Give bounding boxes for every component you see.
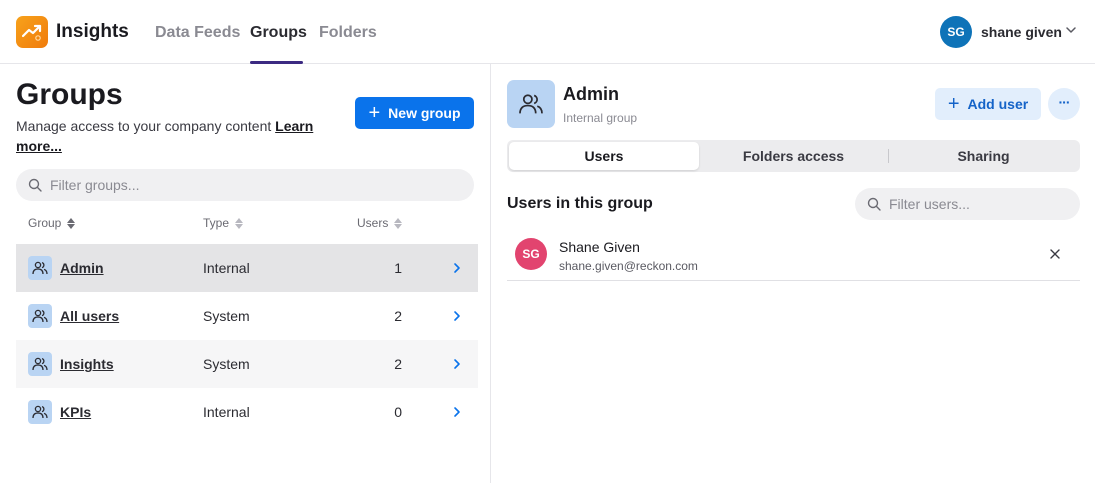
table-row[interactable]: Insights System 2	[16, 340, 478, 388]
add-user-label: Add user	[967, 96, 1029, 112]
search-icon	[28, 178, 42, 192]
tab-sharing[interactable]: Sharing	[889, 142, 1078, 170]
group-avatar-icon	[507, 80, 555, 128]
group-name-link[interactable]: Admin	[60, 260, 104, 276]
group-type: Internal	[203, 404, 250, 420]
table-row[interactable]: Admin Internal 1	[16, 244, 478, 292]
chevron-right-icon[interactable]	[452, 261, 462, 275]
nav-tab-folders[interactable]: Folders	[319, 24, 377, 42]
plus-icon: +	[368, 102, 381, 124]
group-user-count: 2	[394, 356, 402, 372]
sort-icon	[394, 217, 403, 229]
plus-icon: +	[947, 93, 960, 115]
nav-tab-groups[interactable]: Groups	[250, 24, 307, 42]
insights-logo-icon[interactable]	[16, 16, 48, 48]
group-type: System	[203, 308, 250, 324]
group-user-count: 1	[394, 260, 402, 276]
new-group-button[interactable]: + New group	[355, 97, 474, 129]
filter-groups-input[interactable]: Filter groups...	[16, 169, 474, 201]
group-user-count: 2	[394, 308, 402, 324]
sort-icon	[235, 217, 244, 229]
add-user-button[interactable]: + Add user	[935, 88, 1041, 120]
active-tab-indicator	[250, 61, 303, 64]
filter-users-input[interactable]: Filter users...	[855, 188, 1080, 220]
group-user-count: 0	[394, 404, 402, 420]
group-name-link[interactable]: All users	[60, 308, 119, 324]
chevron-down-icon[interactable]	[1065, 25, 1077, 35]
group-detail-tabs: Users Folders access Sharing	[507, 140, 1080, 172]
list-item: SG Shane Given shane.given@reckon.com	[507, 230, 1080, 281]
group-name-link[interactable]: KPIs	[60, 404, 91, 420]
user-name[interactable]: shane given	[981, 24, 1062, 40]
pane-divider	[490, 64, 491, 483]
users-group-icon	[28, 256, 52, 280]
table-row[interactable]: KPIs Internal 0	[16, 388, 478, 436]
user-avatar[interactable]: SG	[940, 16, 972, 48]
section-title: Users in this group	[507, 195, 653, 212]
subtitle-text: Manage access to your company content	[16, 118, 276, 134]
search-icon	[867, 197, 881, 211]
filter-groups-placeholder: Filter groups...	[50, 177, 140, 193]
app-title: Insights	[56, 21, 129, 42]
top-bar: Insights Data Feeds Groups Folders SG sh…	[0, 0, 1095, 64]
column-header-label: Group	[28, 216, 62, 230]
group-name-link[interactable]: Insights	[60, 356, 114, 372]
column-header-label: Type	[203, 216, 230, 230]
column-header-type[interactable]: Type	[203, 216, 244, 230]
column-header-group[interactable]: Group	[28, 216, 76, 230]
member-name: Shane Given	[559, 239, 640, 255]
users-group-icon	[28, 352, 52, 376]
chevron-right-icon[interactable]	[452, 357, 462, 371]
nav-tab-data-feeds[interactable]: Data Feeds	[155, 24, 240, 42]
member-avatar: SG	[515, 238, 547, 270]
member-email: shane.given@reckon.com	[559, 259, 698, 273]
page-title: Groups	[16, 78, 123, 111]
filter-users-placeholder: Filter users...	[889, 196, 970, 212]
new-group-label: New group	[388, 105, 461, 121]
group-type-label: Internal group	[563, 111, 638, 125]
users-group-icon	[28, 304, 52, 328]
group-type: Internal	[203, 260, 250, 276]
column-header-users[interactable]: Users	[357, 216, 403, 230]
group-type: System	[203, 356, 250, 372]
close-icon[interactable]	[1048, 247, 1062, 261]
column-header-label: Users	[357, 216, 389, 230]
chevron-right-icon[interactable]	[452, 405, 462, 419]
tab-users[interactable]: Users	[509, 142, 699, 170]
more-options-icon[interactable]: ···	[1048, 88, 1080, 120]
users-group-icon	[28, 400, 52, 424]
tab-folders-access[interactable]: Folders access	[699, 142, 888, 170]
table-row[interactable]: All users System 2	[16, 292, 478, 340]
chevron-right-icon[interactable]	[452, 309, 462, 323]
page-subtitle: Manage access to your company content Le…	[16, 116, 326, 156]
sort-icon	[67, 217, 76, 229]
group-title: Admin	[563, 84, 619, 104]
